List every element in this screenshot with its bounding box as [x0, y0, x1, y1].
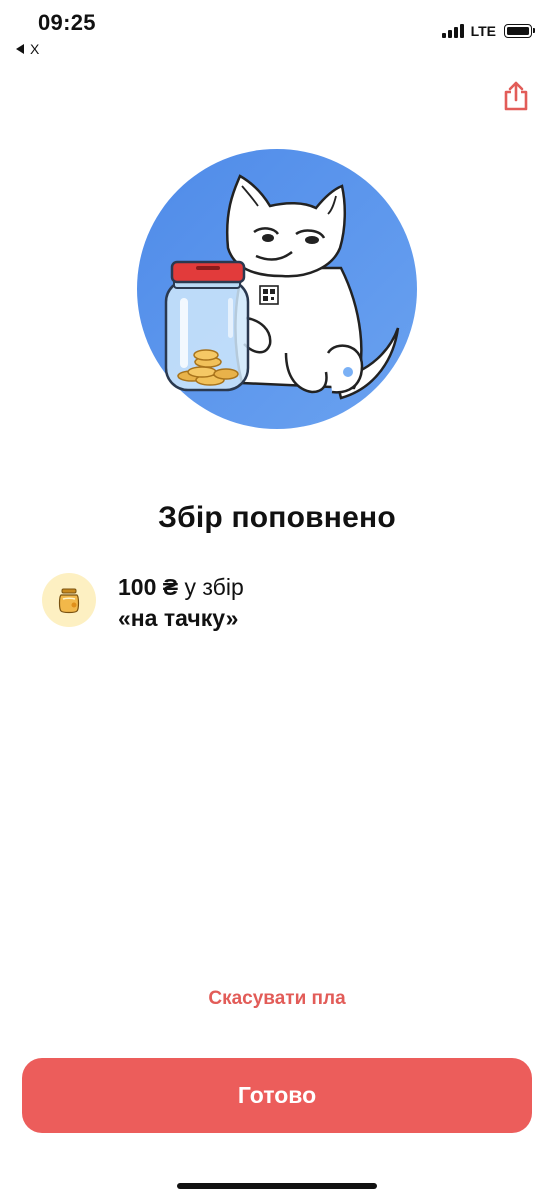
status-indicators: LTE — [441, 23, 535, 39]
jar-badge — [42, 573, 96, 627]
amount-suffix: у збір — [178, 574, 244, 600]
signal-icon — [441, 24, 464, 38]
back-triangle-icon — [16, 44, 24, 54]
back-to-app-label: X — [30, 41, 40, 57]
back-to-app-link[interactable]: X — [16, 41, 39, 57]
done-button[interactable]: Готово — [22, 1058, 532, 1133]
summary-text: 100 ₴ у збір «на тачку» — [118, 572, 244, 634]
share-button[interactable] — [502, 80, 530, 112]
page-title: Збір поповнено — [158, 501, 396, 534]
status-time: 09:25 — [38, 10, 96, 35]
donation-amount: 100 ₴ — [118, 574, 179, 600]
cat-with-jar-illustration — [136, 148, 418, 430]
network-type: LTE — [470, 23, 496, 39]
battery-icon — [504, 24, 535, 38]
cancel-payment-link[interactable]: Скасувати пла — [0, 988, 554, 1010]
payment-success-screen: 09:25 X LTE Збір поповнено 100 ₴ у збір … — [0, 0, 554, 1200]
jar-icon — [58, 588, 80, 614]
amount-line: 100 ₴ у збір — [118, 572, 244, 603]
share-icon — [504, 81, 528, 111]
donation-summary: 100 ₴ у збір «на тачку» — [42, 572, 244, 634]
jar-name: «на тачку» — [118, 605, 239, 631]
home-indicator — [177, 1183, 377, 1189]
